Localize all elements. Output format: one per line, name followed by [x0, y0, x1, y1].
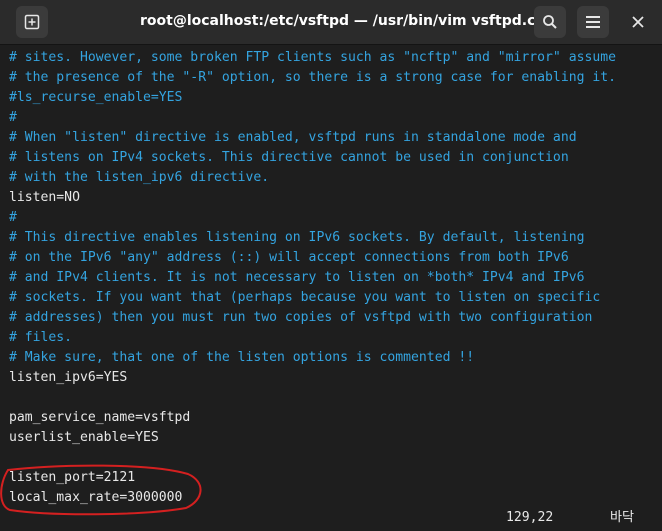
new-tab-icon — [24, 14, 40, 30]
hamburger-menu-icon — [586, 16, 600, 28]
comment-line: # Make sure, that one of the listen opti… — [9, 350, 475, 365]
config-line: listen=NO — [9, 190, 80, 205]
config-line: listen_port=2121 — [9, 470, 136, 485]
close-icon — [632, 16, 644, 28]
search-icon — [543, 15, 557, 29]
comment-line: # on the IPv6 "any" address (::) will ac… — [9, 250, 569, 265]
config-line: listen_ipv6=YES — [9, 370, 128, 385]
comment-line: # the presence of the "-R" option, so th… — [9, 70, 616, 85]
vim-editor-buffer[interactable]: # sites. However, some broken FTP client… — [9, 48, 659, 508]
comment-line: #ls_recurse_enable=YES — [9, 90, 183, 105]
comment-line: # sockets. If you want that (perhaps bec… — [9, 290, 601, 305]
new-tab-button[interactable] — [16, 6, 48, 38]
comment-line: # — [9, 110, 17, 125]
comment-line: # This directive enables listening on IP… — [9, 230, 585, 245]
comment-line: # When "listen" directive is enabled, vs… — [9, 130, 577, 145]
config-line — [9, 388, 659, 408]
config-line: userlist_enable=YES — [9, 430, 159, 445]
comment-line: # listens on IPv4 sockets. This directiv… — [9, 150, 569, 165]
comment-line: # and IPv4 clients. It is not necessary … — [9, 270, 585, 285]
vim-status-line: 129,22 바닥 — [0, 508, 662, 528]
scroll-position: 바닥 — [610, 510, 635, 525]
window-title: root@localhost:/etc/vsftpd — /usr/bin/vi… — [140, 13, 562, 29]
close-button[interactable] — [626, 10, 650, 34]
search-button[interactable] — [534, 6, 566, 38]
config-line: pam_service_name=vsftpd — [9, 410, 191, 425]
config-line: local_max_rate=3000000 — [9, 490, 183, 505]
terminal-window: root@localhost:/etc/vsftpd — /usr/bin/vi… — [0, 0, 662, 531]
title-bar: root@localhost:/etc/vsftpd — /usr/bin/vi… — [0, 0, 662, 45]
cursor-position: 129,22 — [506, 510, 554, 525]
comment-line: # — [9, 210, 17, 225]
config-line — [9, 448, 659, 468]
comment-line: # sites. However, some broken FTP client… — [9, 50, 616, 65]
comment-line: # files. — [9, 330, 73, 345]
comment-line: # with the listen_ipv6 directive. — [9, 170, 270, 185]
comment-line: # addresses) then you must run two copie… — [9, 310, 593, 325]
menu-button[interactable] — [577, 6, 609, 38]
